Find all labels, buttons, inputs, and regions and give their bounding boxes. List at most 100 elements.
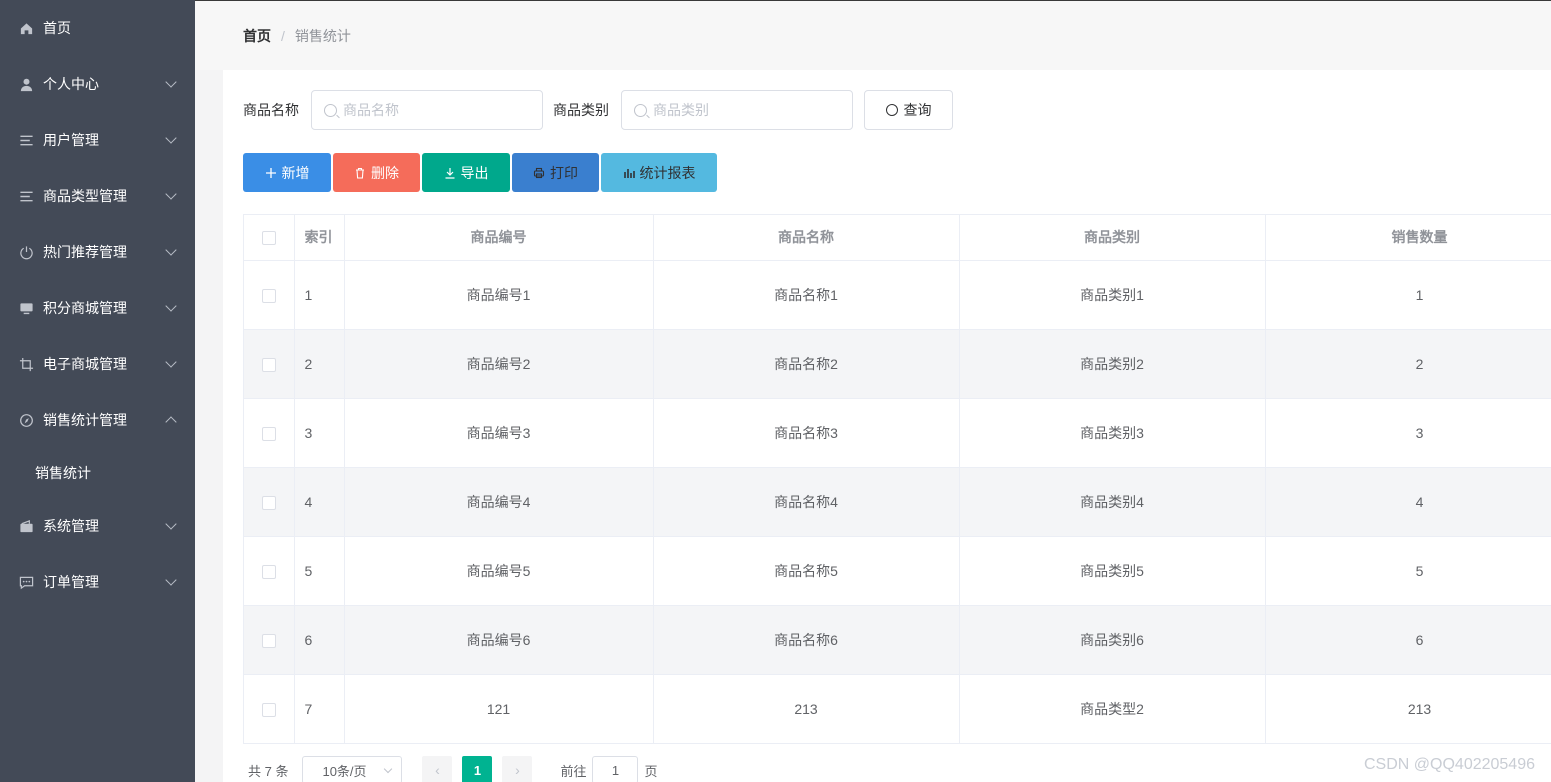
page-jumper: 前往 页 bbox=[560, 756, 658, 782]
plus-icon bbox=[265, 167, 277, 179]
row-checkbox[interactable] bbox=[261, 288, 276, 303]
table-row[interactable]: 5 商品编号5 商品名称5 商品类别5 5 bbox=[244, 536, 1551, 606]
chevron-down-icon bbox=[165, 518, 177, 530]
table-cell: 商品类别2 bbox=[959, 329, 1266, 399]
chat-icon bbox=[18, 574, 34, 590]
trash-icon bbox=[354, 167, 366, 179]
table-cell: 4 bbox=[294, 467, 345, 537]
sidebar-item[interactable]: 系统管理 bbox=[0, 498, 195, 554]
row-checkbox[interactable] bbox=[261, 495, 276, 510]
table-row[interactable]: 2 商品编号2 商品名称2 商品类别2 2 bbox=[244, 329, 1551, 399]
row-checkbox[interactable] bbox=[261, 426, 276, 441]
monitor-icon bbox=[18, 300, 34, 316]
table-cell: 6 bbox=[294, 605, 345, 675]
table-cell: 7 bbox=[294, 674, 345, 744]
export-button[interactable]: 导出 bbox=[422, 153, 510, 192]
select-all-checkbox[interactable] bbox=[261, 231, 276, 246]
sidebar-item[interactable]: 个人中心 bbox=[0, 56, 195, 112]
export-button-label: 导出 bbox=[460, 164, 489, 181]
breadcrumb-separator: / bbox=[281, 27, 285, 44]
search-icon bbox=[885, 104, 898, 116]
search-icon bbox=[634, 103, 647, 117]
printer-icon bbox=[533, 167, 545, 179]
delete-button[interactable]: 删除 bbox=[333, 153, 420, 192]
add-button-label: 新增 bbox=[281, 164, 310, 181]
pagination: 共 7 条 10条/页 ‹ 1 › 前往 页 bbox=[248, 756, 658, 782]
table-row[interactable]: 1 商品编号1 商品名称1 商品类别1 1 bbox=[244, 260, 1551, 330]
name-search-input[interactable] bbox=[343, 102, 523, 118]
page-size-select[interactable]: 10条/页 bbox=[302, 756, 403, 782]
table-cell: 5 bbox=[1265, 536, 1551, 606]
user-icon bbox=[18, 76, 34, 92]
query-button[interactable]: 查询 bbox=[864, 90, 953, 130]
sidebar-item[interactable]: 销售统计管理 bbox=[0, 392, 195, 448]
report-button[interactable]: 统计报表 bbox=[601, 153, 717, 192]
add-button[interactable]: 新增 bbox=[243, 153, 331, 192]
table-cell: 商品编号4 bbox=[344, 467, 654, 537]
sidebar-item-label: 个人中心 bbox=[43, 76, 99, 92]
chevron-down-icon bbox=[165, 244, 177, 256]
content-panel: 商品名称 商品类别 查询 新增 bbox=[223, 70, 1551, 782]
table-cell: 2 bbox=[1265, 329, 1551, 399]
category-label: 商品类别 bbox=[553, 102, 609, 118]
goto-prefix: 前往 bbox=[560, 763, 587, 779]
row-checkbox[interactable] bbox=[261, 633, 276, 648]
sidebar-item-label: 热门推荐管理 bbox=[43, 244, 127, 260]
table-cell: 商品类别5 bbox=[959, 536, 1266, 606]
table-cell: 213 bbox=[653, 674, 960, 744]
row-select-cell bbox=[244, 329, 295, 399]
column-header: 商品名称 bbox=[653, 215, 960, 261]
table-cell: 商品类型2 bbox=[959, 674, 1266, 744]
sidebar-subitem-sales-stats[interactable]: 销售统计 bbox=[0, 448, 195, 498]
sidebar-item[interactable]: 商品类型管理 bbox=[0, 168, 195, 224]
breadcrumb-home[interactable]: 首页 bbox=[243, 26, 271, 46]
sidebar-item-label: 用户管理 bbox=[43, 132, 99, 148]
row-select-cell bbox=[244, 536, 295, 606]
print-button[interactable]: 打印 bbox=[512, 153, 599, 192]
table-row[interactable]: 3 商品编号3 商品名称3 商品类别3 3 bbox=[244, 398, 1551, 468]
table-row[interactable]: 4 商品编号4 商品名称4 商品类别4 4 bbox=[244, 467, 1551, 537]
table-cell: 商品类别4 bbox=[959, 467, 1266, 537]
row-checkbox[interactable] bbox=[261, 702, 276, 717]
sidebar-item-label: 销售统计管理 bbox=[43, 412, 127, 428]
sidebar-item[interactable]: 热门推荐管理 bbox=[0, 224, 195, 280]
row-select-cell bbox=[244, 260, 295, 330]
list-icon bbox=[18, 132, 34, 148]
table-cell: 商品类别1 bbox=[959, 260, 1266, 330]
row-select-cell bbox=[244, 674, 295, 744]
table-cell: 商品编号6 bbox=[344, 605, 654, 675]
row-checkbox[interactable] bbox=[261, 564, 276, 579]
page-number-button[interactable]: 1 bbox=[462, 756, 493, 782]
table-cell: 商品名称1 bbox=[653, 260, 960, 330]
table-row[interactable]: 7 121 213 商品类型2 213 bbox=[244, 674, 1551, 744]
sidebar-item[interactable]: 电子商城管理 bbox=[0, 336, 195, 392]
name-search-field[interactable] bbox=[311, 90, 543, 130]
category-search-field[interactable] bbox=[621, 90, 853, 130]
query-button-label: 查询 bbox=[903, 102, 932, 118]
row-checkbox[interactable] bbox=[261, 357, 276, 372]
table-cell: 商品类别3 bbox=[959, 398, 1266, 468]
list-icon bbox=[18, 188, 34, 204]
sidebar-item[interactable]: 首页 bbox=[0, 0, 195, 56]
chevron-left-icon: ‹ bbox=[435, 762, 440, 778]
report-button-label: 统计报表 bbox=[639, 164, 696, 181]
chevron-down-icon bbox=[165, 76, 177, 88]
sidebar-item-label: 商品类型管理 bbox=[43, 188, 127, 204]
row-select-cell bbox=[244, 398, 295, 468]
chevron-right-icon: › bbox=[515, 762, 520, 778]
prev-page-button[interactable]: ‹ bbox=[422, 756, 453, 782]
table-cell: 3 bbox=[1265, 398, 1551, 468]
goto-page-input[interactable] bbox=[592, 756, 639, 782]
table-cell: 商品编号5 bbox=[344, 536, 654, 606]
next-page-button[interactable]: › bbox=[502, 756, 533, 782]
power-icon bbox=[18, 244, 34, 260]
sidebar-item[interactable]: 订单管理 bbox=[0, 554, 195, 610]
sidebar-item[interactable]: 用户管理 bbox=[0, 112, 195, 168]
table-cell: 2 bbox=[294, 329, 345, 399]
category-search-input[interactable] bbox=[653, 102, 833, 118]
table-row[interactable]: 6 商品编号6 商品名称6 商品类别6 6 bbox=[244, 605, 1551, 675]
table-cell: 4 bbox=[1265, 467, 1551, 537]
sidebar-item[interactable]: 积分商城管理 bbox=[0, 280, 195, 336]
print-button-label: 打印 bbox=[550, 164, 578, 181]
table-cell: 商品名称3 bbox=[653, 398, 960, 468]
